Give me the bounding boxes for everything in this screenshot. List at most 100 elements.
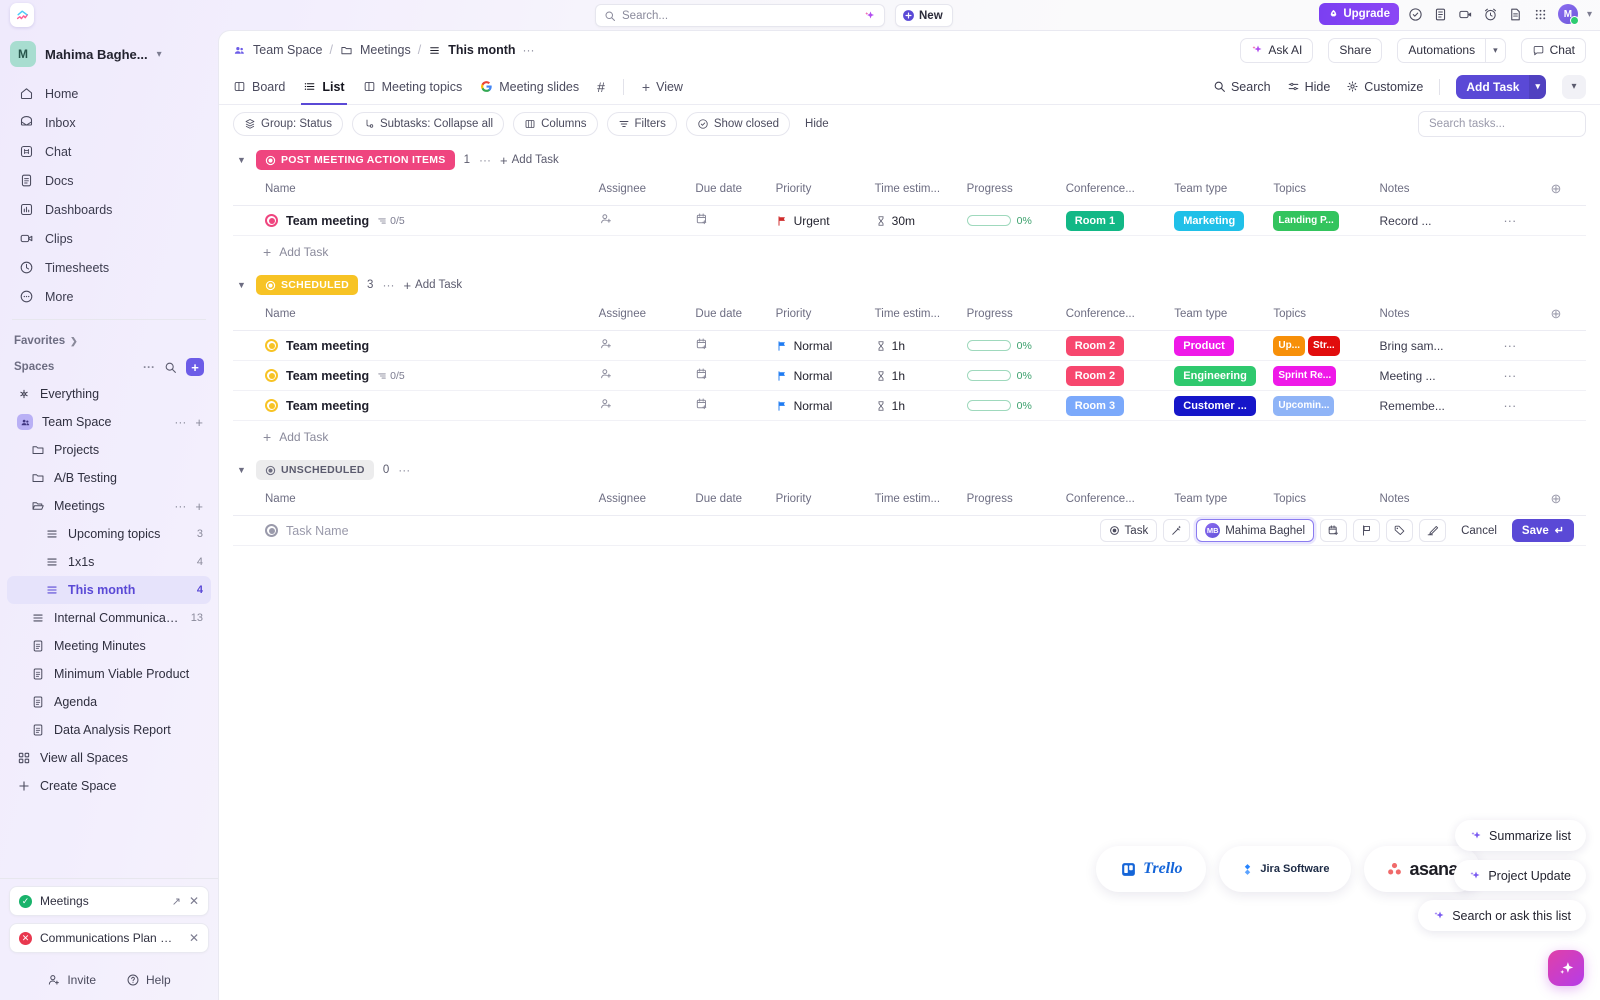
ai-assistant-button[interactable] — [1548, 950, 1584, 986]
status-badge[interactable]: SCHEDULED — [256, 275, 359, 295]
tab-board[interactable]: Board — [233, 69, 285, 105]
group-header[interactable]: ▼ SCHEDULED 3 ··· + Add Task — [233, 268, 1586, 302]
alarm-clock-icon[interactable] — [1483, 6, 1499, 22]
col-notes[interactable]: Notes — [1379, 487, 1504, 516]
collapse-caret-icon[interactable]: ▼ — [237, 280, 247, 290]
create-task-row[interactable]: Task Name Task MB Mahima Baghel Cancel S… — [233, 515, 1586, 546]
col-progress[interactable]: Progress — [966, 177, 1066, 206]
time-estimate-cell[interactable]: 30m — [874, 205, 967, 236]
clickup-logo[interactable] — [10, 3, 34, 27]
row-more-button[interactable]: ··· — [1503, 360, 1551, 391]
topics-cell[interactable]: Upcomin... — [1273, 390, 1380, 421]
assignee-cell[interactable] — [598, 330, 696, 361]
conference-cell[interactable]: Room 2 — [1065, 330, 1175, 361]
invite-button[interactable]: Invite — [47, 973, 96, 987]
sidebar-item-home[interactable]: Home — [7, 79, 211, 108]
col-notes[interactable]: Notes — [1379, 302, 1504, 331]
col-notes[interactable]: Notes — [1379, 177, 1504, 206]
col-name[interactable]: Name — [233, 487, 599, 516]
col-due-date[interactable]: Due date — [695, 177, 776, 206]
col-name[interactable]: Name — [233, 177, 599, 206]
row-more-button[interactable]: ··· — [1503, 330, 1551, 361]
apps-grid-icon[interactable] — [1533, 6, 1549, 22]
notification-communications-plan[interactable]: ✕ Communications Plan Wh... ✕ — [9, 923, 209, 953]
save-button[interactable]: Save ↵ — [1511, 519, 1574, 542]
row-more-button[interactable]: ··· — [1503, 205, 1551, 236]
conference-cell[interactable]: Room 2 — [1065, 360, 1175, 391]
col-assignee[interactable]: Assignee — [598, 302, 696, 331]
status-badge[interactable]: UNSCHEDULED — [256, 460, 374, 480]
group-header[interactable]: ▼ POST MEETING ACTION ITEMS 1 ··· + Add T… — [233, 143, 1586, 177]
description-button[interactable] — [1419, 519, 1447, 542]
add-task-chevron-down-icon[interactable]: ▾ — [1529, 74, 1546, 99]
add-column-button[interactable]: ⊕ — [1550, 177, 1586, 206]
sidebar-item-agenda[interactable]: Agenda — [7, 688, 211, 716]
workspace-switcher[interactable]: M Mahima Baghe... ▾ — [0, 35, 218, 73]
automations-chevron-down-icon[interactable]: ▾ — [1485, 37, 1506, 63]
add-space-button[interactable]: + — [186, 358, 204, 376]
row-more-button[interactable]: ··· — [1503, 390, 1551, 421]
group-more-icon[interactable]: ··· — [382, 278, 394, 292]
team-type-cell[interactable]: Marketing — [1174, 205, 1274, 236]
task-status-icon[interactable] — [265, 399, 278, 412]
search-tasks-input[interactable]: Search tasks... — [1418, 111, 1586, 137]
priority-cell[interactable]: Normal — [775, 390, 875, 421]
hide-filters-button[interactable]: Hide — [799, 118, 835, 130]
priority-cell[interactable]: Normal — [775, 330, 875, 361]
sidebar-item-1x1s[interactable]: 1x1s 4 — [7, 548, 211, 576]
share-button[interactable]: Share — [1328, 37, 1383, 63]
notes-cell[interactable]: Record ... — [1379, 205, 1504, 236]
tab-list[interactable]: List — [301, 69, 347, 105]
ai-search-or-ask-button[interactable]: Search or ask this list — [1418, 900, 1586, 931]
subtasks-chip[interactable]: Subtasks: Collapse all — [351, 112, 505, 136]
topics-cell[interactable]: Sprint Re... — [1273, 360, 1380, 391]
col-priority[interactable]: Priority — [775, 487, 875, 516]
col-progress[interactable]: Progress — [966, 487, 1066, 516]
tab-meeting-topics[interactable]: Meeting topics — [363, 69, 462, 105]
tab-meeting-slides[interactable]: Meeting slides — [480, 69, 579, 105]
assignee-cell[interactable] — [598, 205, 696, 236]
time-estimate-cell[interactable]: 1h — [874, 390, 967, 421]
group-add-task-row[interactable]: + Add Task — [233, 421, 1586, 453]
tab-hash[interactable]: # — [597, 69, 605, 105]
team-space-more-icon[interactable]: ··· — [174, 415, 186, 429]
sidebar-item-internal-communications[interactable]: Internal Communicati... 13 — [7, 604, 211, 632]
filters-chip[interactable]: Filters — [606, 112, 677, 136]
sidebar-item-team-space[interactable]: Team Space ··· + — [7, 408, 211, 436]
sidebar-item-this-month[interactable]: This month 4 — [7, 576, 211, 604]
sidebar-item-upcoming-topics[interactable]: Upcoming topics 3 — [7, 520, 211, 548]
notes-cell[interactable]: Remembe... — [1379, 390, 1504, 421]
sidebar-item-meetings[interactable]: Meetings ··· + — [7, 492, 211, 520]
col-conference[interactable]: Conference... — [1065, 177, 1175, 206]
group-add-task[interactable]: + Add Task — [500, 153, 559, 168]
add-column-button[interactable]: ⊕ — [1550, 302, 1586, 331]
group-add-task[interactable]: + Add Task — [403, 278, 462, 293]
customize-button[interactable]: Customize — [1346, 80, 1423, 94]
ai-sparkle-icon[interactable] — [864, 10, 876, 22]
table-row[interactable]: Team meeting Normal — [233, 390, 1586, 421]
col-conference[interactable]: Conference... — [1065, 487, 1175, 516]
sidebar-item-timesheets[interactable]: Timesheets — [7, 253, 211, 282]
task-status-icon[interactable] — [265, 339, 278, 352]
add-view-button[interactable]: + View — [642, 69, 683, 105]
assignee-cell[interactable] — [598, 360, 696, 391]
breadcrumb-more-icon[interactable]: ··· — [523, 43, 535, 57]
team-space-add-icon[interactable]: + — [195, 415, 203, 430]
sidebar-item-ab-testing[interactable]: A/B Testing — [7, 464, 211, 492]
progress-cell[interactable]: 0% — [966, 205, 1066, 236]
upgrade-button[interactable]: Upgrade — [1319, 3, 1399, 25]
group-more-icon[interactable]: ··· — [398, 463, 410, 477]
task-type-button[interactable]: Task — [1099, 519, 1158, 542]
sidebar-item-docs[interactable]: Docs — [7, 166, 211, 195]
priority-flag-button[interactable] — [1353, 519, 1381, 542]
sidebar-item-everything[interactable]: Everything — [7, 380, 211, 408]
col-team-type[interactable]: Team type — [1174, 302, 1274, 331]
conference-cell[interactable]: Room 1 — [1065, 205, 1175, 236]
progress-cell[interactable]: 0% — [966, 390, 1066, 421]
status-badge[interactable]: POST MEETING ACTION ITEMS — [256, 150, 455, 170]
col-time-estimate[interactable]: Time estim... — [874, 487, 967, 516]
time-estimate-cell[interactable]: 1h — [874, 360, 967, 391]
task-status-icon[interactable] — [265, 524, 278, 537]
task-status-icon[interactable] — [265, 369, 278, 382]
sidebar-item-meeting-minutes[interactable]: Meeting Minutes — [7, 632, 211, 660]
